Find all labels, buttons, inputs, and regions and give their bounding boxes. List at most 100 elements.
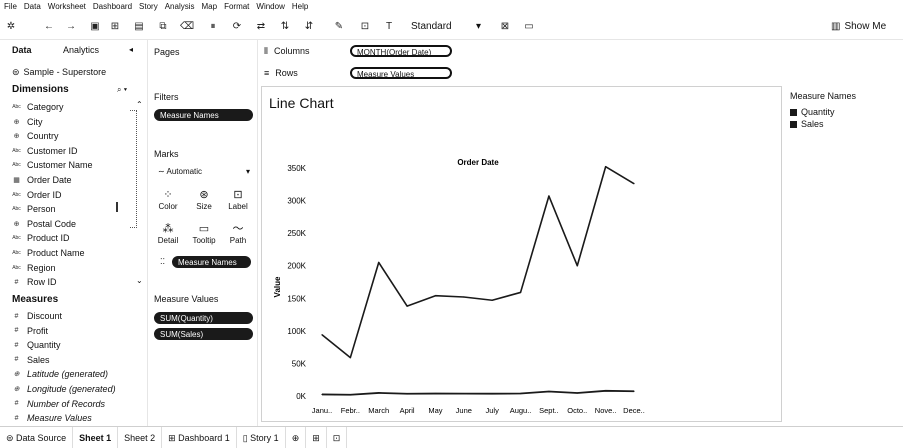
path-button[interactable]: 〜 Path <box>224 222 252 245</box>
data-point-quantity[interactable] <box>605 390 607 392</box>
swap-icon[interactable]: ⇄ <box>254 20 268 34</box>
data-point-sales[interactable] <box>406 305 408 307</box>
field-customer-id[interactable]: Abc Customer ID <box>12 145 77 157</box>
columns-shelf[interactable]: ⦀ Columns MONTH(Order Date) <box>264 43 894 59</box>
line-chart[interactable]: Order Date Value 0K 50K 100K 150K 200K 250K 300K… <box>262 87 783 423</box>
scroll-down-icon[interactable]: ⌄ <box>136 276 143 285</box>
dimension-tools[interactable]: ⌕ ▾ <box>117 85 127 95</box>
field-product-id[interactable]: Abc Product ID <box>12 232 69 244</box>
marks-pill-measure-names[interactable]: Measure Names <box>172 256 251 268</box>
field-quantity[interactable]: # Quantity <box>12 339 61 351</box>
field-city[interactable]: ⊕ City <box>12 116 43 128</box>
data-point-quantity[interactable] <box>406 393 408 395</box>
data-point-quantity[interactable] <box>633 390 635 392</box>
menu-item-story[interactable]: Story <box>139 2 158 11</box>
data-point-quantity[interactable] <box>576 392 578 394</box>
menu-item-map[interactable]: Map <box>202 2 218 11</box>
field-product-name[interactable]: Abc Product Name <box>12 247 84 259</box>
new-datasource-icon[interactable]: ⊞ <box>108 20 122 34</box>
tab-sheet-1[interactable]: Sheet 1 <box>73 426 119 448</box>
legend-item-sales[interactable]: Sales <box>790 118 890 130</box>
data-point-sales[interactable] <box>378 261 380 264</box>
tab-sheet-2[interactable]: Sheet 2 <box>118 426 163 448</box>
columns-pill[interactable]: MONTH(Order Date) <box>350 45 452 57</box>
show-me-button[interactable]: ▥ Show Me <box>831 20 886 34</box>
sort-desc-icon[interactable]: ⇵ <box>302 20 316 34</box>
field-measure-values[interactable]: # Measure Values <box>12 412 92 424</box>
group-icon[interactable]: ⊡ <box>358 20 372 34</box>
field-sales[interactable]: # Sales <box>12 354 50 366</box>
presentation-icon[interactable]: ▭ <box>522 20 536 34</box>
mark-type-select[interactable]: ∼ Automatic ▾ <box>158 167 250 176</box>
clear-icon[interactable]: ⌫ <box>180 20 194 34</box>
worksheet-view[interactable]: Line Chart Order Date Value 0K 50K 100K 150K 2… <box>261 86 782 422</box>
datasource-item[interactable]: ⊜ Sample - Superstore <box>12 67 106 78</box>
menu-item-file[interactable]: File <box>4 2 17 11</box>
tab-dashboard-1[interactable]: ⊞ Dashboard 1 <box>162 426 237 448</box>
field-longitude-generated[interactable]: ⊕ Longitude (generated) <box>12 383 116 395</box>
menu-item-format[interactable]: Format <box>224 2 249 11</box>
rows-shelf[interactable]: ≡ Rows Measure Values <box>264 65 894 81</box>
data-point-sales[interactable] <box>576 265 578 267</box>
new-worksheet-button[interactable]: ⊕ <box>286 426 307 448</box>
field-latitude-generated[interactable]: ⊕ Latitude (generated) <box>12 368 109 380</box>
tab-story-1[interactable]: ▯ Story 1 <box>237 426 286 448</box>
data-point-quantity[interactable] <box>491 393 493 395</box>
data-point-sales[interactable] <box>349 356 351 359</box>
field-profit[interactable]: # Profit <box>12 325 48 337</box>
rows-pill[interactable]: Measure Values <box>350 67 452 79</box>
data-point-quantity[interactable] <box>378 392 380 394</box>
data-point-sales[interactable] <box>434 295 437 297</box>
field-postal-code[interactable]: ⊕ Postal Code <box>12 218 76 230</box>
tab-data-source[interactable]: ⊜ Data Source <box>0 426 74 448</box>
scroll-up-icon[interactable]: ⌃ <box>136 100 143 109</box>
field-customer-name[interactable]: Abc Customer Name <box>12 159 92 171</box>
data-point-sales[interactable] <box>519 291 522 294</box>
field-category[interactable]: Abc Category <box>12 101 63 113</box>
data-point-quantity[interactable] <box>519 392 522 395</box>
pause-updates-icon[interactable]: ⏸ <box>206 20 220 34</box>
label-button[interactable]: ⊡ Label <box>224 188 252 211</box>
size-button[interactable]: ⊛ Size <box>190 188 218 211</box>
field-discount[interactable]: # Discount <box>12 310 62 322</box>
highlight-icon[interactable]: ✎ <box>332 20 346 34</box>
data-point-sales[interactable] <box>548 195 550 197</box>
series-line-sales[interactable] <box>321 165 635 359</box>
field-country[interactable]: ⊕ Country <box>12 130 59 142</box>
sort-asc-icon[interactable]: ⇅ <box>278 20 292 34</box>
data-point-sales[interactable] <box>463 296 465 298</box>
data-point-quantity[interactable] <box>463 393 465 395</box>
mv-pill-sales[interactable]: SUM(Sales) <box>154 328 253 340</box>
menu-item-data[interactable]: Data <box>24 2 41 11</box>
tab-analytics[interactable]: Analytics <box>63 45 129 55</box>
run-update-icon[interactable]: ⟳ <box>230 20 244 34</box>
menu-item-help[interactable]: Help <box>292 2 308 11</box>
mv-pill-quantity[interactable]: SUM(Quantity) <box>154 312 253 324</box>
field-row-id[interactable]: # Row ID <box>12 276 57 288</box>
new-story-button[interactable]: ⊡ <box>327 426 348 448</box>
color-button[interactable]: ⁘ Color <box>154 188 182 211</box>
field-person[interactable]: Abc Person <box>12 203 55 215</box>
tab-data[interactable]: Data <box>12 45 63 55</box>
data-point-sales[interactable] <box>633 183 635 185</box>
tableau-logo-icon[interactable]: ✲ <box>4 20 18 34</box>
save-icon[interactable]: ▣ <box>88 20 102 34</box>
field-region[interactable]: Abc Region <box>12 262 55 274</box>
fix-axes-icon[interactable]: ⊠ <box>498 20 512 34</box>
new-sheet-icon[interactable]: ▤ <box>132 20 146 34</box>
menu-item-analysis[interactable]: Analysis <box>165 2 195 11</box>
field-number-of-records[interactable]: # Number of Records <box>12 398 105 410</box>
field-order-date[interactable]: ▦ Order Date <box>12 174 71 186</box>
data-point-quantity[interactable] <box>434 392 437 395</box>
tooltip-button[interactable]: ▭ Tooltip <box>190 222 218 245</box>
detail-button[interactable]: ⁂ Detail <box>154 222 182 245</box>
field-order-id[interactable]: Abc Order ID <box>12 189 61 201</box>
collapse-icon[interactable]: ◂ <box>129 45 133 55</box>
legend-item-quantity[interactable]: Quantity <box>790 106 890 118</box>
data-point-sales[interactable] <box>321 334 323 336</box>
labels-icon[interactable]: T <box>382 20 396 34</box>
undo-icon[interactable]: ← <box>42 20 56 34</box>
menu-item-worksheet[interactable]: Worksheet <box>48 2 86 11</box>
series-line-quantity[interactable] <box>321 389 635 396</box>
menu-item-window[interactable]: Window <box>256 2 284 11</box>
